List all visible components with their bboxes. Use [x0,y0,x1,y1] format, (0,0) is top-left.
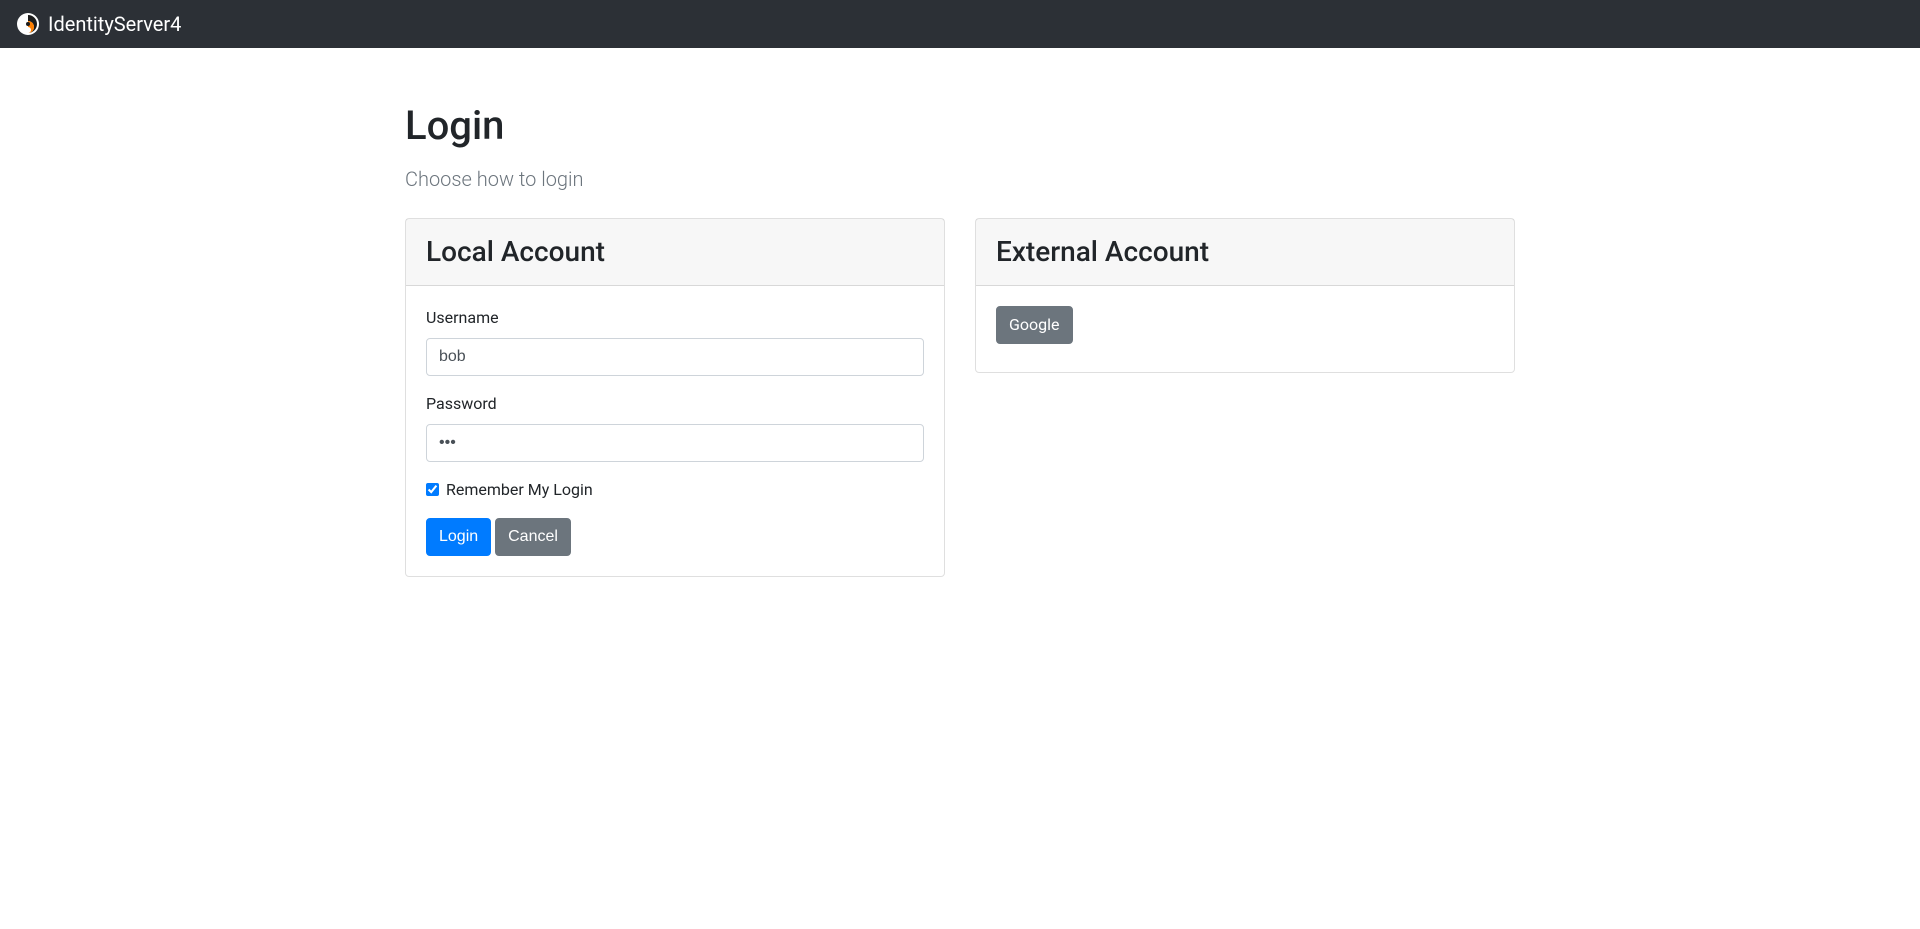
remember-label[interactable]: Remember My Login [446,480,593,499]
page-lead: Login Choose how to login [405,96,1515,194]
remember-checkbox[interactable] [426,483,439,496]
navbar-brand-link[interactable]: IdentityServer4 [16,9,181,39]
page-subtitle: Choose how to login [405,164,1515,194]
external-card-body: Google [976,286,1514,372]
password-label: Password [426,392,497,416]
external-provider-item: Google [996,306,1494,344]
external-account-card: External Account Google [975,218,1515,373]
external-providers-list: Google [996,306,1494,344]
local-account-card: Local Account Username Password Remember… [405,218,945,577]
username-group: Username [426,306,924,376]
external-card-title: External Account [996,231,1494,273]
cancel-button[interactable]: Cancel [495,518,571,556]
page-title: Login [405,96,1515,156]
username-label: Username [426,306,499,330]
password-group: Password [426,392,924,462]
local-card-title: Local Account [426,231,924,273]
password-input[interactable] [426,424,924,462]
remember-group: Remember My Login [426,478,924,502]
local-card-header: Local Account [406,219,944,286]
username-input[interactable] [426,338,924,376]
external-card-header: External Account [976,219,1514,286]
navbar: IdentityServer4 [0,0,1920,48]
brand-icon [16,12,40,36]
local-column: Local Account Username Password Remember… [390,218,960,593]
local-card-body: Username Password Remember My Login Logi… [406,286,944,576]
brand-text: IdentityServer4 [48,9,181,39]
login-row: Local Account Username Password Remember… [390,218,1530,593]
login-button[interactable]: Login [426,518,491,556]
external-provider-google-button[interactable]: Google [996,306,1073,344]
main-container: Login Choose how to login Local Account … [390,96,1530,593]
external-column: External Account Google [960,218,1530,593]
